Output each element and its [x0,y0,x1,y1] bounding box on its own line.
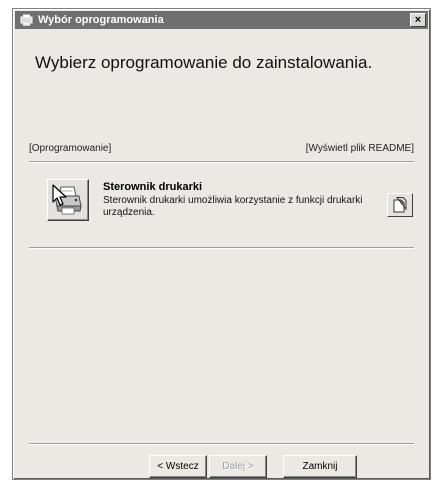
app-icon [18,13,34,27]
back-button[interactable]: < Wstecz [149,455,207,478]
item-description: Sterownik drukarki umożliwia korzystanie… [103,195,363,218]
title-bar[interactable]: Wybór oprogramowania × [15,11,428,29]
column-readme: [Wyświetl plik README] [305,143,414,154]
page-heading: Wybierz oprogramowanie do zainstalowania… [35,53,373,72]
header-divider [29,161,414,163]
view-readme-button[interactable] [387,193,413,217]
software-list-header: [Oprogramowanie] [Wyświetl plik README] [29,143,414,157]
close-button[interactable]: Zamknij [283,455,357,478]
next-button[interactable]: Dalej > [209,455,267,478]
mouse-cursor-icon [52,184,67,206]
install-printer-driver-button[interactable] [47,179,89,221]
column-software: [Oprogramowanie] [29,143,112,154]
footer-divider [29,443,414,445]
window-title: Wybór oprogramowania [38,14,164,26]
item-title: Sterownik drukarki [103,181,203,193]
item-divider [29,247,414,249]
installer-window: Wybór oprogramowania × Wybierz oprogramo… [12,8,431,480]
close-window-button[interactable]: × [410,13,426,27]
close-icon: × [414,13,422,26]
document-icon [393,197,407,213]
